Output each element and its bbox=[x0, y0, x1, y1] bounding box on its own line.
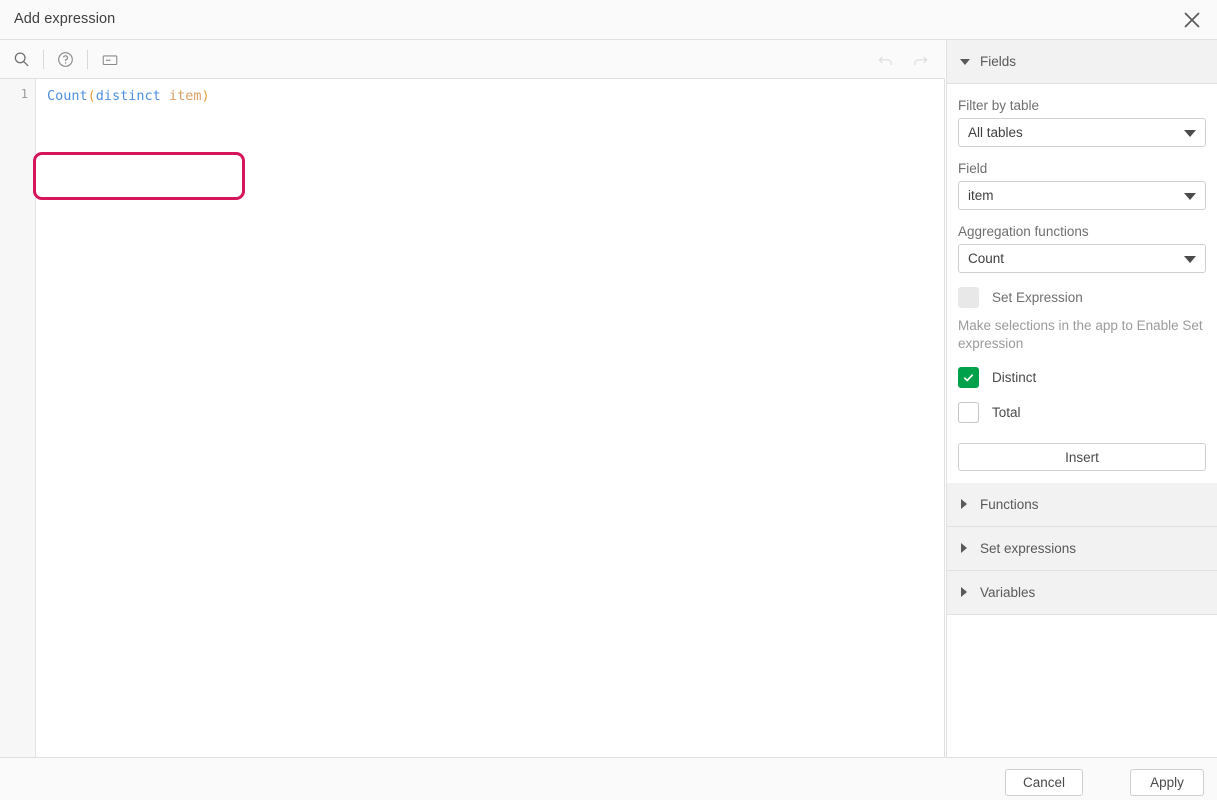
search-icon[interactable] bbox=[0, 40, 43, 79]
set-expression-checkbox[interactable] bbox=[958, 287, 979, 308]
field-label: Field bbox=[958, 161, 1206, 176]
close-icon[interactable] bbox=[1177, 5, 1207, 35]
chevron-right-icon bbox=[960, 544, 969, 553]
distinct-label: Distinct bbox=[992, 370, 1036, 385]
set-expression-help-text: Make selections in the app to Enable Set… bbox=[958, 317, 1206, 353]
aggregation-functions-label: Aggregation functions bbox=[958, 224, 1206, 239]
insert-button[interactable]: Insert bbox=[958, 443, 1206, 471]
set-expression-label: Set Expression bbox=[992, 290, 1083, 305]
chevron-down-icon bbox=[960, 57, 969, 66]
total-checkbox[interactable] bbox=[958, 402, 979, 423]
add-expression-dialog: Add expression bbox=[0, 0, 1217, 800]
accordion-header-variables[interactable]: Variables bbox=[947, 571, 1217, 615]
aggregation-functions-select[interactable]: Count bbox=[958, 244, 1206, 273]
fields-panel-body: Filter by table All tables Field item Ag… bbox=[947, 84, 1217, 483]
dialog-titlebar: Add expression bbox=[0, 0, 1217, 40]
apply-button[interactable]: Apply bbox=[1130, 769, 1204, 796]
total-checkbox-row[interactable]: Total bbox=[958, 402, 1206, 423]
accordion-title: Set expressions bbox=[980, 541, 1076, 556]
token-keyword: distinct bbox=[96, 88, 161, 104]
accordion-title: Functions bbox=[980, 497, 1039, 512]
editor-toolbar bbox=[0, 40, 945, 79]
chevron-right-icon bbox=[960, 588, 969, 597]
token-function: Count bbox=[47, 88, 88, 104]
accordion-header-functions[interactable]: Functions bbox=[947, 483, 1217, 527]
filter-by-table-label: Filter by table bbox=[958, 98, 1206, 113]
field-select[interactable]: item bbox=[958, 181, 1206, 210]
help-circle-icon[interactable] bbox=[44, 40, 87, 79]
dialog-title: Add expression bbox=[14, 11, 115, 27]
reference-panel: Fields Filter by table All tables Field … bbox=[946, 40, 1217, 757]
token-close-paren: ) bbox=[201, 88, 209, 104]
accordion-header-set-expressions[interactable]: Set expressions bbox=[947, 527, 1217, 571]
distinct-checkbox[interactable] bbox=[958, 367, 979, 388]
field-value: item bbox=[959, 188, 994, 203]
expression-code-area[interactable]: Count(distinct item) bbox=[36, 79, 945, 757]
undo-arrow-icon[interactable] bbox=[869, 40, 903, 79]
dialog-footer: Cancel Apply bbox=[0, 757, 1217, 800]
filter-by-table-select[interactable]: All tables bbox=[958, 118, 1206, 147]
cancel-button[interactable]: Cancel bbox=[1005, 769, 1083, 796]
chevron-down-icon bbox=[1184, 130, 1196, 137]
expression-editor[interactable]: 1 Count(distinct item) i OK Count(distin… bbox=[0, 79, 945, 757]
accordion-title: Variables bbox=[980, 585, 1035, 600]
line-number: 1 bbox=[21, 87, 28, 101]
set-expression-checkbox-row[interactable]: Set Expression bbox=[958, 287, 1206, 308]
check-icon bbox=[962, 371, 975, 384]
accordion-title: Fields bbox=[980, 54, 1016, 69]
token-field: item bbox=[161, 88, 202, 104]
chevron-down-icon bbox=[1184, 256, 1196, 263]
chevron-right-icon bbox=[960, 500, 969, 509]
token-open-paren: ( bbox=[88, 88, 96, 104]
accordion-header-fields[interactable]: Fields bbox=[947, 40, 1217, 84]
total-label: Total bbox=[992, 405, 1021, 420]
line-number-gutter: 1 bbox=[0, 79, 36, 757]
distinct-checkbox-row[interactable]: Distinct bbox=[958, 367, 1206, 388]
chevron-down-icon bbox=[1184, 193, 1196, 200]
redo-arrow-icon[interactable] bbox=[903, 40, 937, 79]
label-card-icon[interactable] bbox=[88, 40, 131, 79]
aggregation-functions-value: Count bbox=[959, 251, 1004, 266]
filter-by-table-value: All tables bbox=[959, 125, 1023, 140]
